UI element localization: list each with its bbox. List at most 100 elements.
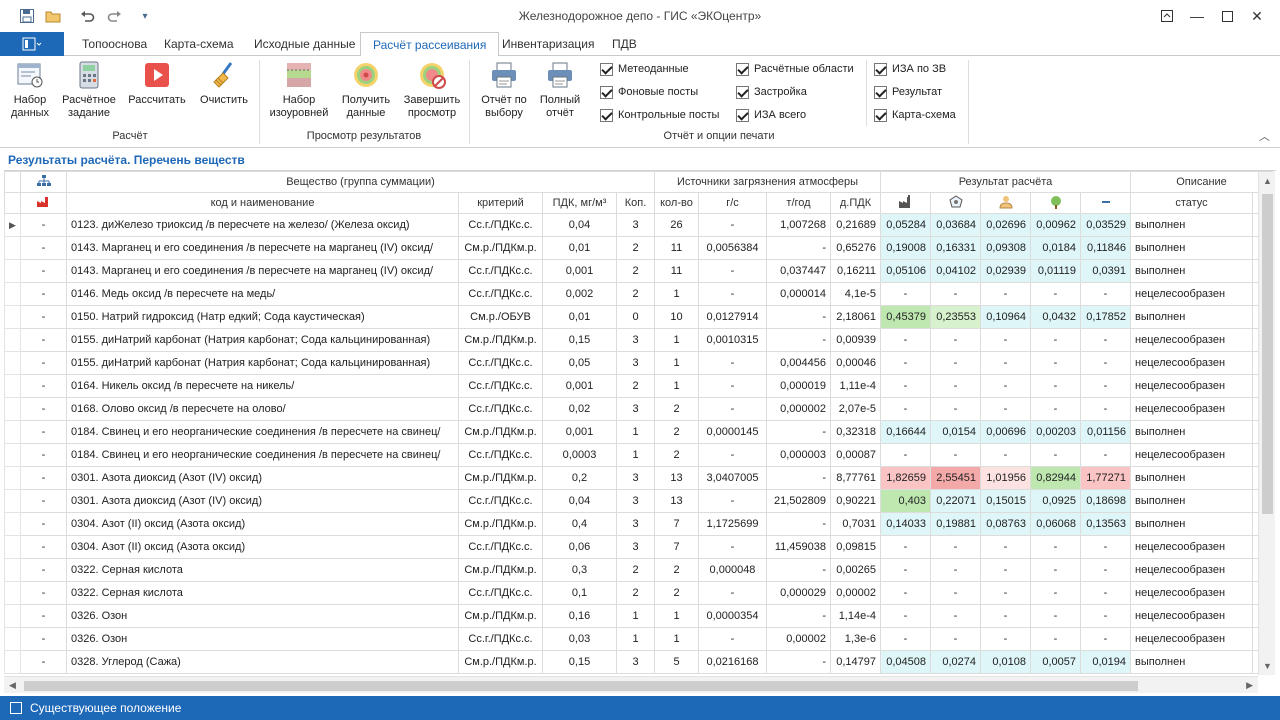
count-cell[interactable]: 11 [654, 236, 699, 260]
tyear-cell[interactable]: 21,502809 [766, 489, 831, 513]
dpdk-cell[interactable]: 0,90221 [830, 489, 881, 513]
tyear-cell[interactable]: 11,459038 [766, 535, 831, 559]
criterion-cell[interactable]: Сс.г./ПДКс.с. [458, 627, 543, 651]
pdk-cell[interactable]: 0,002 [542, 282, 617, 306]
gs-cell[interactable]: - [698, 351, 767, 375]
gs-cell[interactable]: - [698, 259, 767, 283]
checkbox-background-posts[interactable]: Фоновые посты [600, 83, 698, 101]
result-factory-cell[interactable]: - [880, 328, 931, 352]
result-factory-cell[interactable]: 0,05106 [880, 259, 931, 283]
result-person-cell[interactable]: - [980, 443, 1031, 467]
result-factory-cell[interactable]: - [880, 443, 931, 467]
result-minus-cell[interactable]: 0,17852 [1080, 305, 1131, 329]
status-cell[interactable]: выполнен [1130, 466, 1253, 490]
row-mark[interactable]: - [20, 213, 67, 237]
substance-name[interactable]: 0326. Озон [66, 604, 459, 628]
tyear-cell[interactable]: 0,000002 [766, 397, 831, 421]
gs-cell[interactable]: - [698, 627, 767, 651]
gs-cell[interactable]: 0,000048 [698, 558, 767, 582]
pdk-cell[interactable]: 0,001 [542, 374, 617, 398]
tyear-cell[interactable]: - [766, 558, 831, 582]
tyear-cell[interactable]: - [766, 466, 831, 490]
result-zone-cell[interactable]: 0,03684 [930, 213, 981, 237]
result-minus-cell[interactable]: - [1080, 535, 1131, 559]
dpdk-cell[interactable]: 0,65276 [830, 236, 881, 260]
table-row[interactable]: -0322. Серная кислота См.р./ПДКм.р. 0,3 2 2 0… [4, 558, 1273, 582]
kop-cell[interactable]: 1 [616, 604, 655, 628]
result-minus-cell[interactable]: - [1080, 282, 1131, 306]
pdk-cell[interactable]: 0,001 [542, 420, 617, 444]
row-mark[interactable]: - [20, 420, 67, 444]
table-row[interactable]: -0184. Свинец и его неорганические соеди… [4, 443, 1273, 467]
dpdk-cell[interactable]: 0,16211 [830, 259, 881, 283]
result-zone-cell[interactable]: - [930, 443, 981, 467]
result-factory-cell[interactable]: - [880, 374, 931, 398]
kop-cell[interactable]: 3 [616, 351, 655, 375]
pdk-cell[interactable]: 0,15 [542, 328, 617, 352]
result-zone-cell[interactable]: 0,19881 [930, 512, 981, 536]
criterion-cell[interactable]: Сс.г./ПДКс.с. [458, 351, 543, 375]
result-tree-cell[interactable]: - [1030, 604, 1081, 628]
result-minus-cell[interactable]: - [1080, 627, 1131, 651]
result-minus-cell[interactable]: - [1080, 351, 1131, 375]
dpdk-cell[interactable]: 1,11е-4 [830, 374, 881, 398]
table-row[interactable]: -0328. Углерод (Сажа) См.р./ПДКм.р. 0,15 3 5… [4, 650, 1273, 674]
result-tree-cell[interactable]: 0,0432 [1030, 305, 1081, 329]
result-zone-cell[interactable]: - [930, 351, 981, 375]
result-person-cell[interactable]: - [980, 558, 1031, 582]
pdk-cell[interactable]: 0,03 [542, 627, 617, 651]
kop-cell[interactable]: 2 [616, 374, 655, 398]
status-cell[interactable]: выполнен [1130, 305, 1253, 329]
tyear-cell[interactable]: 0,000003 [766, 443, 831, 467]
header-gs[interactable]: г/с [698, 192, 767, 214]
substance-name[interactable]: 0304. Азот (II) оксид (Азота оксид) [66, 512, 459, 536]
kop-cell[interactable]: 2 [616, 282, 655, 306]
criterion-cell[interactable]: См.р./ПДКм.р. [458, 420, 543, 444]
kop-cell[interactable]: 3 [616, 213, 655, 237]
checkbox-box[interactable] [736, 85, 749, 99]
result-tree-cell[interactable]: - [1030, 627, 1081, 651]
result-factory-cell[interactable]: 0,45379 [880, 305, 931, 329]
row-selector[interactable] [4, 466, 21, 490]
row-mark[interactable]: - [20, 236, 67, 260]
header-result-person[interactable] [980, 192, 1031, 214]
status-cell[interactable]: нецелесообразен [1130, 581, 1253, 605]
result-factory-cell[interactable]: - [880, 535, 931, 559]
row-mark[interactable]: - [20, 604, 67, 628]
row-selector[interactable] [4, 558, 21, 582]
result-tree-cell[interactable]: 0,0925 [1030, 489, 1081, 513]
clear-button[interactable]: Очистить [194, 60, 254, 128]
count-cell[interactable]: 2 [654, 420, 699, 444]
result-person-cell[interactable]: - [980, 581, 1031, 605]
checkbox-meteo[interactable]: Метеоданные [600, 60, 689, 78]
status-cell[interactable]: выполнен [1130, 259, 1253, 283]
result-zone-cell[interactable]: 0,22071 [930, 489, 981, 513]
criterion-cell[interactable]: Сс.г./ПДКс.с. [458, 397, 543, 421]
status-cell[interactable]: нецелесообразен [1130, 374, 1253, 398]
tyear-cell[interactable]: 0,000029 [766, 581, 831, 605]
dpdk-cell[interactable]: 0,00265 [830, 558, 881, 582]
status-cell[interactable]: нецелесообразен [1130, 558, 1253, 582]
table-row[interactable]: -0155. диНатрий карбонат (Натрия карбона… [4, 328, 1273, 352]
tyear-cell[interactable]: - [766, 236, 831, 260]
dpdk-cell[interactable]: 2,18061 [830, 305, 881, 329]
file-menu-button[interactable] [0, 32, 64, 56]
vertical-scrollbar[interactable]: ▲ ▼ [1258, 172, 1275, 675]
row-mark[interactable]: - [20, 535, 67, 559]
result-tree-cell[interactable]: - [1030, 397, 1081, 421]
result-zone-cell[interactable]: - [930, 397, 981, 421]
vertical-scroll-thumb[interactable] [1262, 194, 1273, 514]
dpdk-cell[interactable]: 8,77761 [830, 466, 881, 490]
gs-cell[interactable]: - [698, 282, 767, 306]
task-button[interactable]: Расчётное задание [58, 60, 120, 128]
table-row[interactable]: -0155. диНатрий карбонат (Натрия карбона… [4, 351, 1273, 375]
dpdk-cell[interactable]: 0,32318 [830, 420, 881, 444]
status-cell[interactable]: выполнен [1130, 213, 1253, 237]
row-selector[interactable] [4, 236, 21, 260]
result-factory-cell[interactable]: - [880, 627, 931, 651]
result-minus-cell[interactable]: - [1080, 581, 1131, 605]
kop-cell[interactable]: 3 [616, 397, 655, 421]
scroll-right-icon[interactable]: ▶ [1246, 680, 1253, 691]
row-selector[interactable] [4, 512, 21, 536]
result-person-cell[interactable]: 0,15015 [980, 489, 1031, 513]
